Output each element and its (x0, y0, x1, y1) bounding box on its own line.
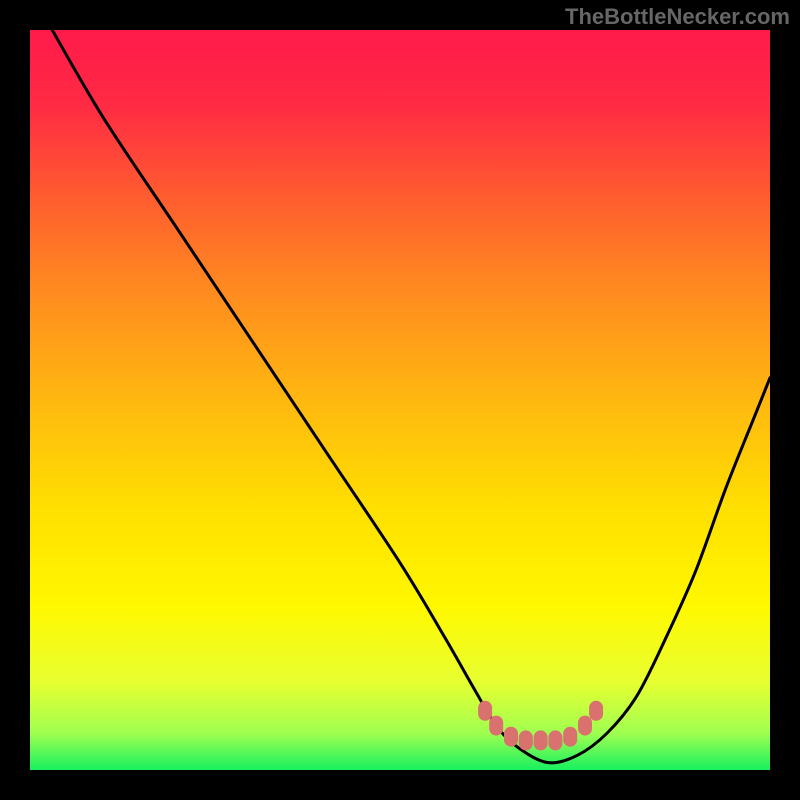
plot-area (30, 30, 770, 770)
marker-dot (478, 701, 492, 721)
marker-dot (519, 730, 533, 750)
marker-dot (578, 716, 592, 736)
marker-dot (489, 716, 503, 736)
gradient-background (30, 30, 770, 770)
bottleneck-curve-chart (30, 30, 770, 770)
marker-dot (548, 730, 562, 750)
watermark-text: TheBottleNecker.com (565, 4, 790, 30)
marker-dot (534, 730, 548, 750)
chart-container: TheBottleNecker.com (0, 0, 800, 800)
marker-dot (563, 727, 577, 747)
marker-dot (589, 701, 603, 721)
marker-dot (504, 727, 518, 747)
